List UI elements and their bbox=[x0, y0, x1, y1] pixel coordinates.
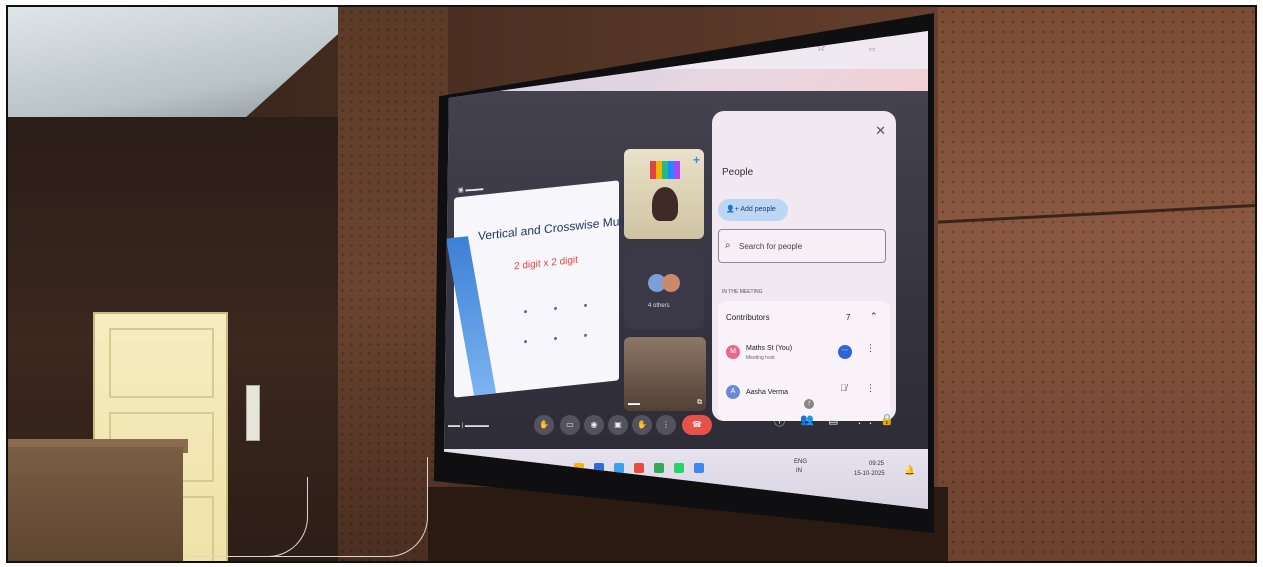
chat-icon[interactable]: ▤ bbox=[828, 413, 838, 426]
slide-decor-stripe bbox=[445, 236, 497, 396]
people-panel: ✕ People 👤+ Add people ⌕ Search for peop… bbox=[712, 111, 896, 421]
participant-video-tile[interactable]: + bbox=[624, 149, 704, 239]
participant-name: Aasha Verma bbox=[746, 389, 789, 396]
app-icon[interactable] bbox=[694, 463, 704, 473]
avatar bbox=[662, 274, 680, 292]
raise-hand-button[interactable]: ✋ bbox=[632, 415, 652, 435]
whatsapp-icon[interactable] bbox=[674, 463, 684, 473]
slide-dot bbox=[524, 309, 527, 314]
host-controls-icon[interactable]: 🔒 bbox=[880, 413, 894, 426]
notification-bell-icon[interactable]: 🔔 bbox=[904, 465, 915, 476]
light-switchboard bbox=[246, 385, 260, 441]
others-label: 4 others bbox=[648, 303, 670, 309]
people-count-badge: 7 bbox=[804, 399, 814, 409]
present-button[interactable]: ▣ bbox=[608, 415, 628, 435]
language-indicator[interactable]: ENG bbox=[794, 459, 807, 465]
meeting-controls: ▬▬ | ▬▬▬▬ ✋ ▭ ◉ ▣ ✋ ⋮ ☎ ⓘ 👥 7 ▤ ⋮⋮ 🔒 bbox=[444, 399, 928, 451]
slide-dot bbox=[554, 336, 557, 341]
participant-row[interactable]: M Maths St (You) Meeting host ⋯ ⋮ bbox=[726, 341, 886, 369]
tab-chip-icon[interactable]: ▭ bbox=[869, 45, 876, 53]
chrome-icon[interactable] bbox=[654, 463, 664, 473]
slide-dot bbox=[584, 303, 587, 308]
acoustic-panel-right bbox=[938, 7, 1255, 561]
avatar: M bbox=[726, 345, 740, 359]
add-people-button[interactable]: 👤+ Add people bbox=[718, 199, 788, 221]
podium bbox=[8, 447, 183, 561]
room-name-label: ▬▬ bbox=[628, 401, 640, 407]
add-people-label: Add people bbox=[740, 206, 776, 213]
end-call-button[interactable]: ☎ bbox=[682, 415, 712, 435]
people-panel-title: People bbox=[722, 167, 754, 178]
photo-frame: ☆ ▭ ▣ ▬▬▬ Vertical and Crosswise Multipl… bbox=[6, 5, 1257, 563]
participant-role: Meeting host bbox=[746, 355, 775, 361]
taskbar-date: 15-10-2025 bbox=[854, 471, 885, 477]
slide-subtitle: 2 digit x 2 digit bbox=[514, 254, 578, 273]
door-panel-top bbox=[109, 328, 214, 398]
others-tile[interactable]: 4 others bbox=[624, 249, 704, 329]
presentation-slide: Vertical and Crosswise Multiplication 2 … bbox=[445, 180, 672, 398]
tv-screen: ☆ ▭ ▣ ▬▬▬ Vertical and Crosswise Multipl… bbox=[444, 31, 928, 509]
slide-dot bbox=[524, 339, 527, 344]
pin-plus-icon[interactable]: + bbox=[693, 153, 700, 167]
info-icon[interactable]: ⓘ bbox=[774, 413, 785, 429]
participant-person bbox=[652, 187, 678, 221]
avatar: A bbox=[726, 385, 740, 399]
chevron-up-icon[interactable]: ⌃ bbox=[870, 311, 878, 322]
expand-icon[interactable]: ⧉ bbox=[697, 399, 702, 407]
people-icon[interactable]: 👥 bbox=[800, 413, 814, 426]
search-placeholder: Search for people bbox=[739, 242, 803, 251]
close-icon[interactable]: ✕ bbox=[875, 123, 886, 139]
emoji-button[interactable]: ◉ bbox=[584, 415, 604, 435]
contributors-label: Contributors bbox=[726, 313, 770, 322]
more-options-button[interactable]: ⋮ bbox=[656, 415, 676, 435]
search-icon: ⌕ bbox=[725, 240, 731, 251]
activities-icon[interactable]: ⋮⋮ bbox=[854, 413, 876, 426]
add-person-icon: 👤+ bbox=[726, 206, 741, 213]
edge-icon[interactable] bbox=[614, 463, 624, 473]
kebab-menu-icon[interactable]: ⋮ bbox=[866, 343, 875, 354]
app-icon[interactable] bbox=[634, 463, 644, 473]
mic-muted-icon[interactable]: 🎙̸ bbox=[840, 383, 847, 393]
wall-chart bbox=[650, 161, 680, 179]
cable bbox=[258, 457, 428, 557]
participant-name: Maths St (You) bbox=[746, 345, 793, 352]
more-options-icon[interactable]: ⋯ bbox=[838, 345, 852, 359]
slide-dot bbox=[554, 306, 557, 311]
classroom-video-tile[interactable]: ▬▬ ⧉ bbox=[624, 337, 706, 411]
captions-button[interactable]: ▭ bbox=[560, 415, 580, 435]
kebab-menu-icon[interactable]: ⋮ bbox=[866, 383, 875, 394]
slide-dot bbox=[584, 333, 587, 338]
reactions-button[interactable]: ✋ bbox=[534, 415, 554, 435]
section-label: IN THE MEETING bbox=[722, 289, 763, 295]
search-people-input[interactable]: ⌕ Search for people bbox=[718, 229, 886, 263]
region-indicator: IN bbox=[796, 468, 802, 474]
contributors-count: 7 bbox=[846, 313, 851, 322]
meeting-clock: ▬▬ | ▬▬▬▬ bbox=[448, 423, 489, 429]
taskbar-time: 09:25 bbox=[869, 461, 885, 467]
